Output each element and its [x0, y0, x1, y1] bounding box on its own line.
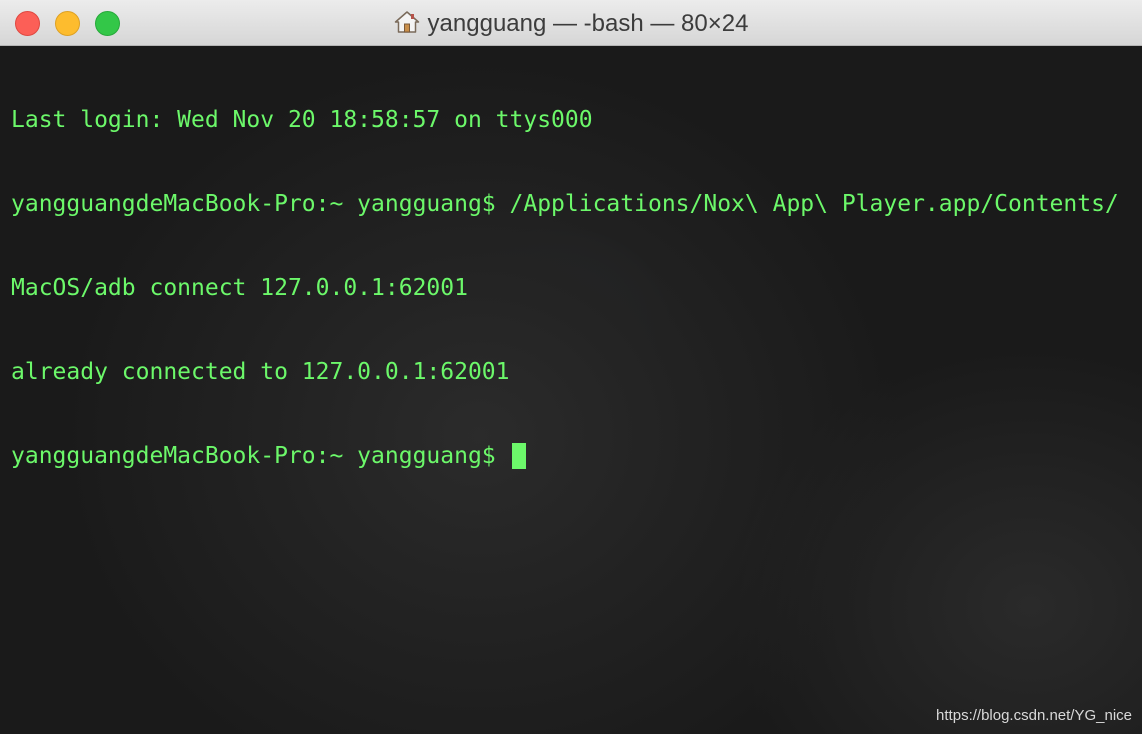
terminal-prompt: yangguangdeMacBook-Pro:~ yangguang$ — [11, 443, 510, 469]
terminal-output: Last login: Wed Nov 20 18:58:57 on ttys0… — [11, 50, 1119, 526]
window-title: yangguang — -bash — 80×24 — [427, 10, 749, 37]
terminal-line: already connected to 127.0.0.1:62001 — [11, 359, 510, 385]
terminal-line: yangguangdeMacBook-Pro:~ yangguang$ /App… — [11, 191, 1119, 217]
terminal-prompt-line: yangguangdeMacBook-Pro:~ yangguang$ — [11, 442, 1119, 470]
window-title-container: yangguang — -bash — 80×24 — [0, 10, 1142, 41]
watermark: https://blog.csdn.net/YG_nice — [936, 707, 1132, 724]
home-icon — [394, 10, 420, 41]
terminal-line: Last login: Wed Nov 20 18:58:57 on ttys0… — [11, 107, 593, 133]
text-cursor — [511, 443, 526, 469]
terminal-window: yangguang — -bash — 80×24 Last login: We… — [0, 0, 1142, 734]
terminal-content[interactable]: Last login: Wed Nov 20 18:58:57 on ttys0… — [0, 46, 1142, 734]
terminal-line: MacOS/adb connect 127.0.0.1:62001 — [11, 275, 468, 301]
title-bar[interactable]: yangguang — -bash — 80×24 — [0, 0, 1142, 46]
